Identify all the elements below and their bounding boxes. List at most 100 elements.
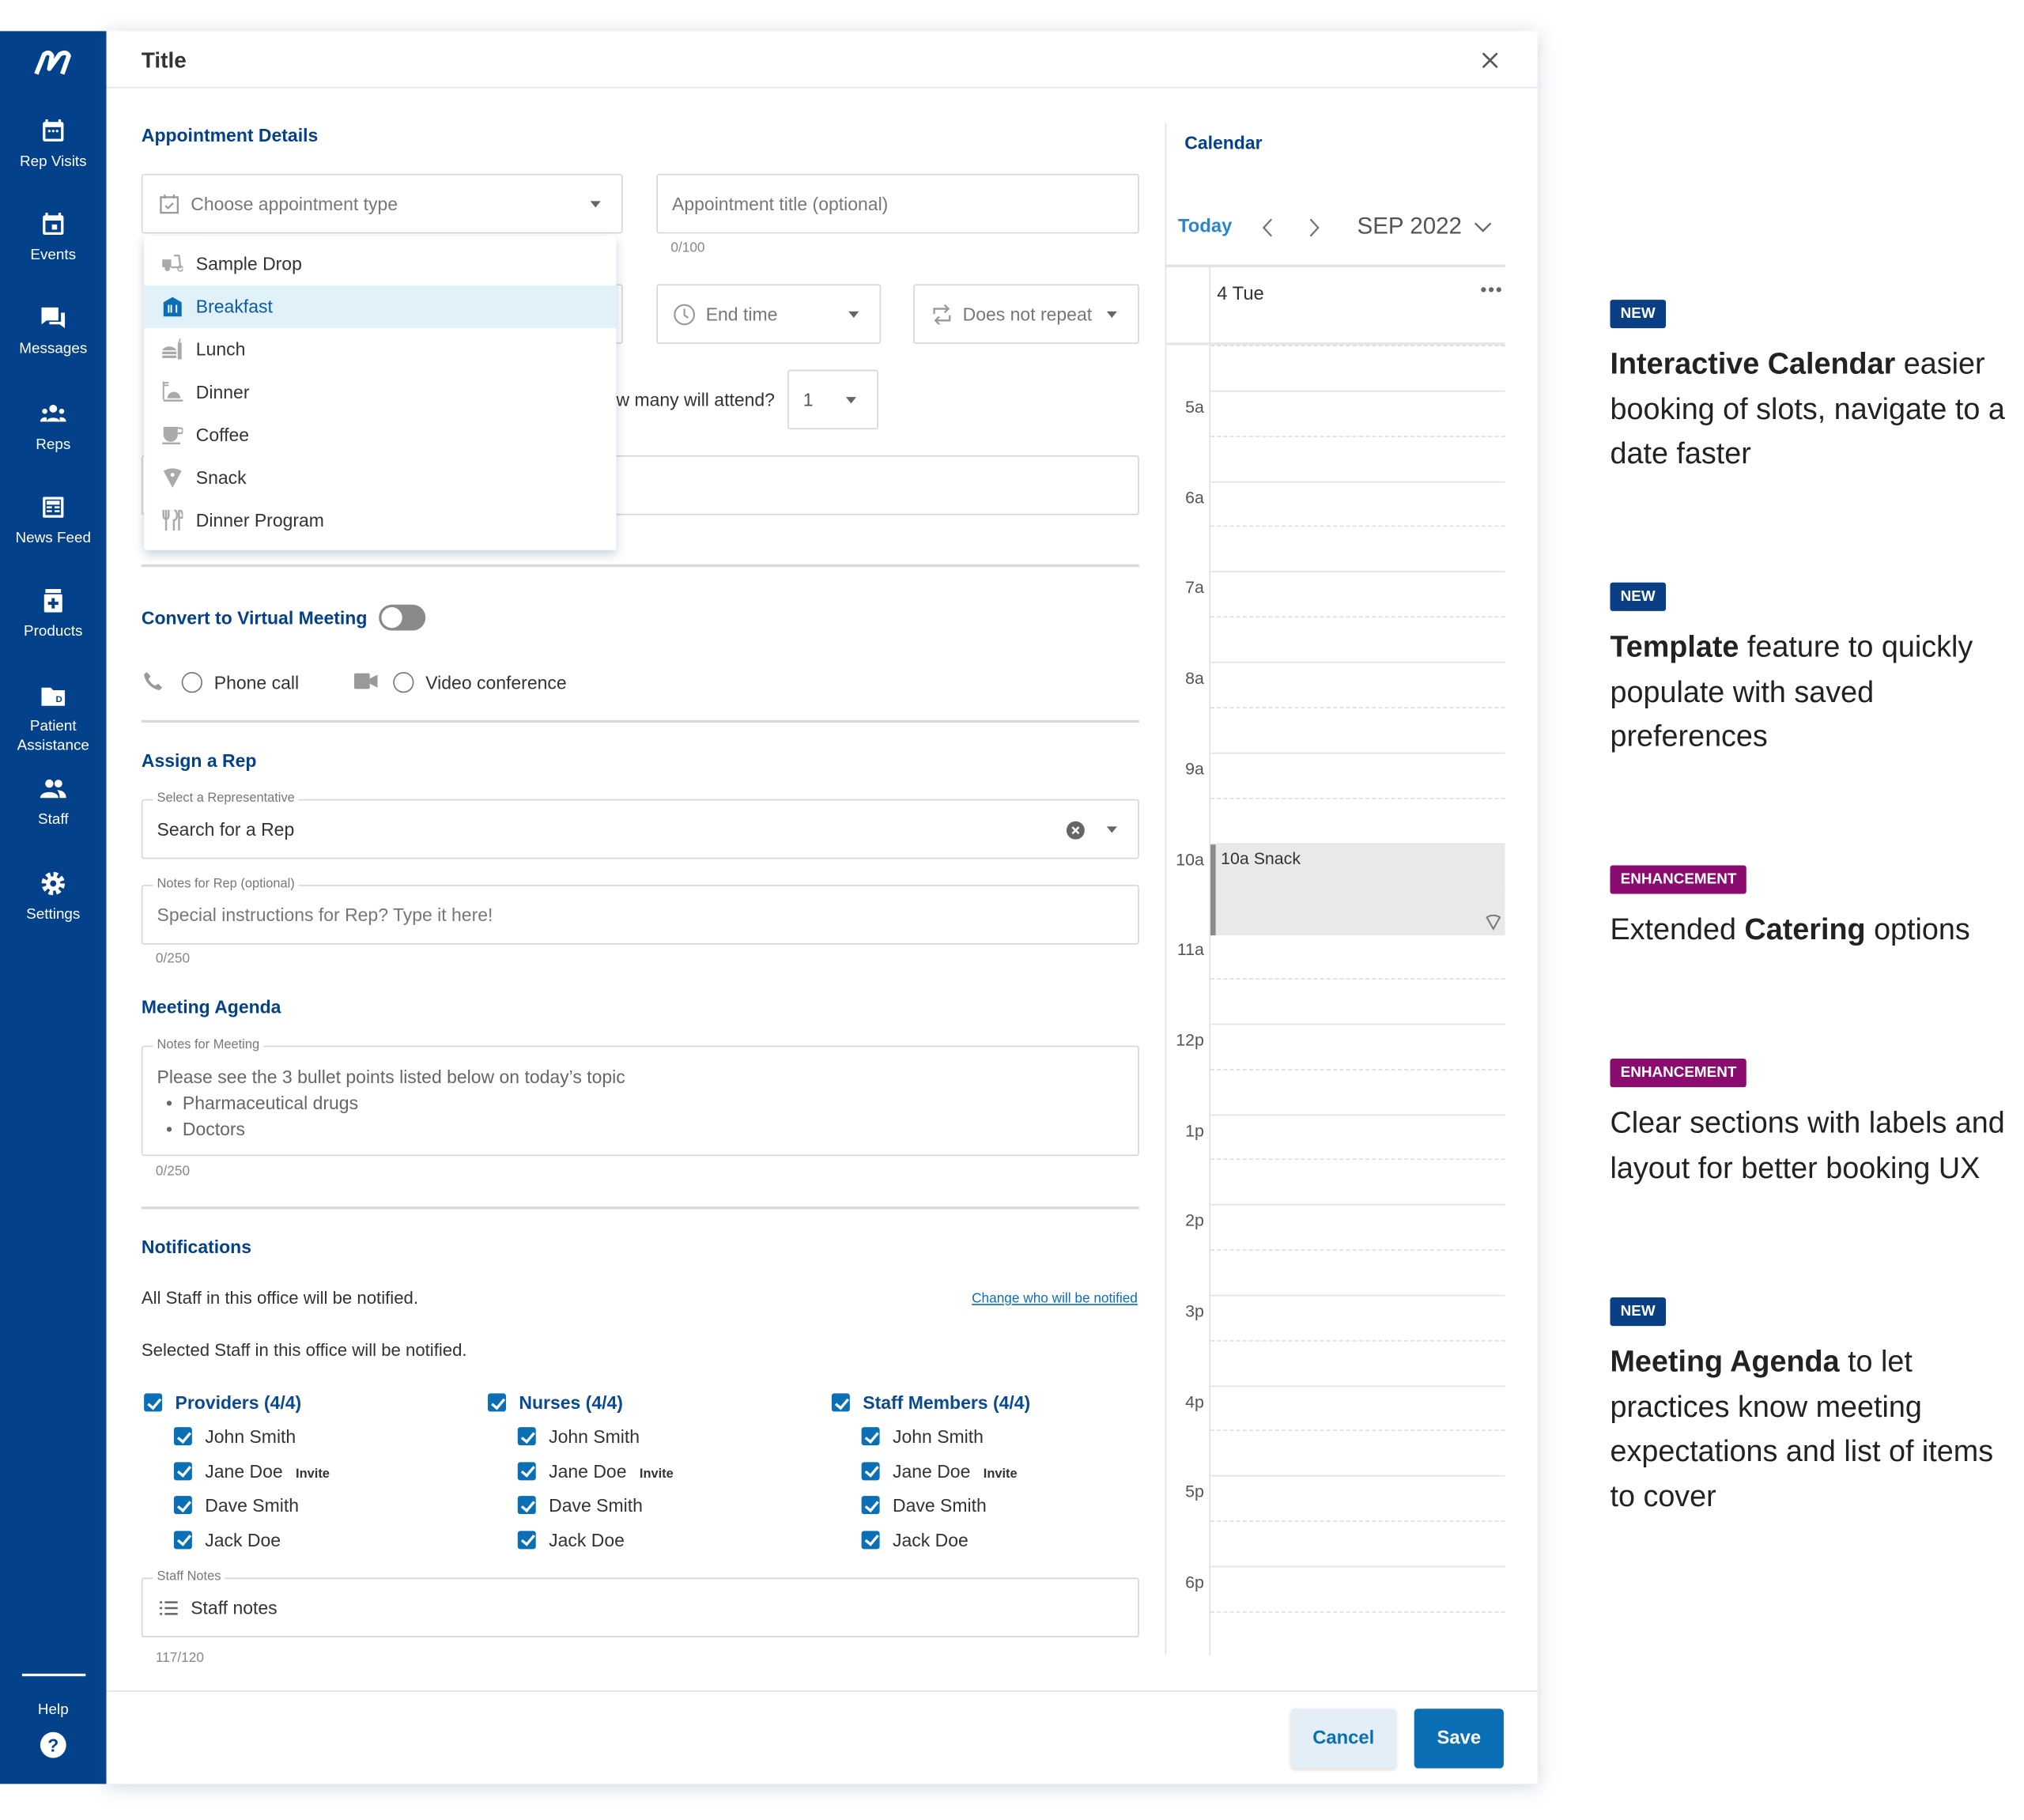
group-title: Providers (4/4) — [175, 1391, 302, 1414]
hour-line[interactable] — [1210, 1565, 1505, 1568]
member-checkbox[interactable] — [517, 1461, 536, 1480]
hour-line[interactable] — [1210, 752, 1505, 754]
hour-line[interactable] — [1210, 1385, 1505, 1387]
end-time-select[interactable]: End time — [656, 284, 882, 344]
sidebar-item-events[interactable]: Events — [0, 210, 107, 266]
repeat-icon — [933, 304, 951, 326]
chevron-left-icon[interactable] — [1261, 218, 1274, 238]
help-icon: ? — [40, 1731, 66, 1758]
member-name: Jane Doe — [549, 1459, 627, 1482]
sidebar-item-staff[interactable]: Staff — [0, 775, 107, 831]
dinner-cloche-icon — [162, 381, 183, 402]
close-icon[interactable] — [1482, 52, 1498, 69]
calendar-event[interactable]: 10a Snack — [1210, 844, 1505, 936]
invite-link[interactable]: Invite — [640, 1467, 674, 1481]
dropdown-option[interactable]: Dinner — [144, 371, 616, 413]
sidebar-item-settings[interactable]: Settings — [0, 869, 107, 925]
clear-icon[interactable] — [1066, 821, 1085, 840]
caret-down-icon — [845, 397, 857, 404]
hour-line[interactable] — [1210, 842, 1505, 844]
appointment-details-heading: Appointment Details — [141, 124, 319, 145]
appointment-title-input[interactable]: Appointment title (optional) — [656, 173, 1139, 234]
member-checkbox[interactable] — [173, 1530, 192, 1549]
change-notified-link[interactable]: Change who will be notified — [972, 1291, 1138, 1307]
sidebar-item-reps[interactable]: Reps — [0, 399, 107, 455]
chevron-right-icon[interactable] — [1308, 218, 1320, 238]
dropdown-option[interactable]: Coffee — [144, 413, 616, 456]
group-checkbox[interactable] — [488, 1393, 506, 1412]
hour-line[interactable] — [1210, 571, 1505, 573]
hour-line[interactable] — [1210, 662, 1505, 663]
sidebar-item-messages[interactable]: Messages — [0, 304, 107, 360]
sidebar-item-label: Events — [30, 247, 77, 264]
invite-link[interactable]: Invite — [984, 1467, 1018, 1481]
hour-line[interactable] — [1210, 1204, 1505, 1206]
attendee-count-select[interactable]: 1 — [787, 369, 878, 430]
sidebar-item-help[interactable]: Help ? — [0, 1701, 107, 1759]
rep-select[interactable]: Select a Representative Search for a Rep — [141, 791, 1139, 859]
member-item: Jane Doe Invite — [893, 1460, 1018, 1481]
meeting-notes-textarea[interactable]: Notes for Meeting Please see the 3 bulle… — [141, 1037, 1139, 1157]
member-checkbox[interactable] — [517, 1427, 536, 1446]
calendar-check-icon — [160, 194, 179, 214]
staff-notes-input[interactable]: Staff Notes Staff notes — [141, 1569, 1139, 1637]
member-checkbox[interactable] — [861, 1461, 880, 1480]
hour-line[interactable] — [1210, 481, 1505, 482]
hour-line[interactable] — [1210, 1023, 1505, 1025]
option-label: Sample Drop — [195, 252, 302, 274]
calendar-event-icon — [43, 213, 64, 236]
member-checkbox[interactable] — [861, 1496, 880, 1515]
member-item: John Smith — [549, 1425, 640, 1446]
sidebar-item-label: Staff — [38, 812, 69, 828]
chat-icon — [41, 307, 66, 329]
hour-line[interactable] — [1210, 1294, 1505, 1297]
sidebar-item-rep-visits[interactable]: Rep Visits — [0, 117, 107, 173]
calendar-dots-icon — [43, 119, 64, 142]
member-checkbox[interactable] — [173, 1461, 192, 1480]
group-checkbox[interactable] — [144, 1393, 163, 1412]
member-checkbox[interactable] — [861, 1530, 880, 1549]
sidebar-item-patient-assistance[interactable]: D Patient Assistance — [0, 682, 107, 757]
hour-line[interactable] — [1210, 390, 1505, 392]
member-name: Jack Doe — [549, 1528, 625, 1550]
cancel-button[interactable]: Cancel — [1290, 1709, 1396, 1769]
dropdown-option[interactable]: Snack — [144, 457, 616, 500]
phone-call-radio[interactable] — [181, 672, 202, 693]
member-checkbox[interactable] — [517, 1496, 536, 1515]
feature-text: options — [1865, 912, 1970, 946]
appointment-type-select[interactable]: Choose appointment type — [141, 173, 623, 234]
dropdown-option[interactable]: Lunch — [144, 328, 616, 371]
newspaper-icon — [43, 497, 64, 518]
rep-notes-input[interactable]: Notes for Rep (optional) Special instruc… — [141, 877, 1139, 945]
footer-divider — [106, 1690, 1538, 1692]
group-checkbox[interactable] — [831, 1393, 850, 1412]
more-options-icon[interactable]: ••• — [1480, 279, 1503, 300]
member-checkbox[interactable] — [861, 1427, 880, 1446]
half-hour-line — [1210, 797, 1505, 799]
caret-down-icon — [590, 201, 601, 208]
hour-line[interactable] — [1210, 1113, 1505, 1116]
dropdown-option[interactable]: Breakfast — [144, 285, 617, 329]
member-checkbox[interactable] — [517, 1530, 536, 1549]
dropdown-option[interactable]: Sample Drop — [144, 243, 616, 285]
utensils-icon — [162, 509, 183, 531]
feature-badge: NEW — [1610, 582, 1666, 611]
dropdown-option[interactable]: Dinner Program — [144, 500, 616, 542]
repeat-select[interactable]: Does not repeat — [913, 284, 1139, 344]
sidebar-item-products[interactable]: Products — [0, 587, 107, 643]
invite-link[interactable]: Invite — [296, 1467, 330, 1481]
caret-down-icon — [848, 311, 859, 319]
sidebar-item-news-feed[interactable]: News Feed — [0, 493, 107, 549]
member-checkbox[interactable] — [173, 1427, 192, 1446]
save-button[interactable]: Save — [1414, 1709, 1504, 1769]
group-icon — [40, 404, 66, 422]
staff-notes-label: Staff Notes — [153, 1569, 225, 1586]
hour-line[interactable] — [1210, 1475, 1505, 1478]
video-conference-radio[interactable] — [393, 672, 414, 693]
list-icon — [159, 1601, 178, 1615]
member-name: Jane Doe — [893, 1459, 971, 1482]
member-checkbox[interactable] — [173, 1496, 192, 1515]
virtual-meeting-toggle[interactable] — [379, 604, 426, 631]
today-button[interactable]: Today — [1178, 217, 1232, 237]
month-picker[interactable]: SEP 2022 — [1357, 213, 1491, 240]
